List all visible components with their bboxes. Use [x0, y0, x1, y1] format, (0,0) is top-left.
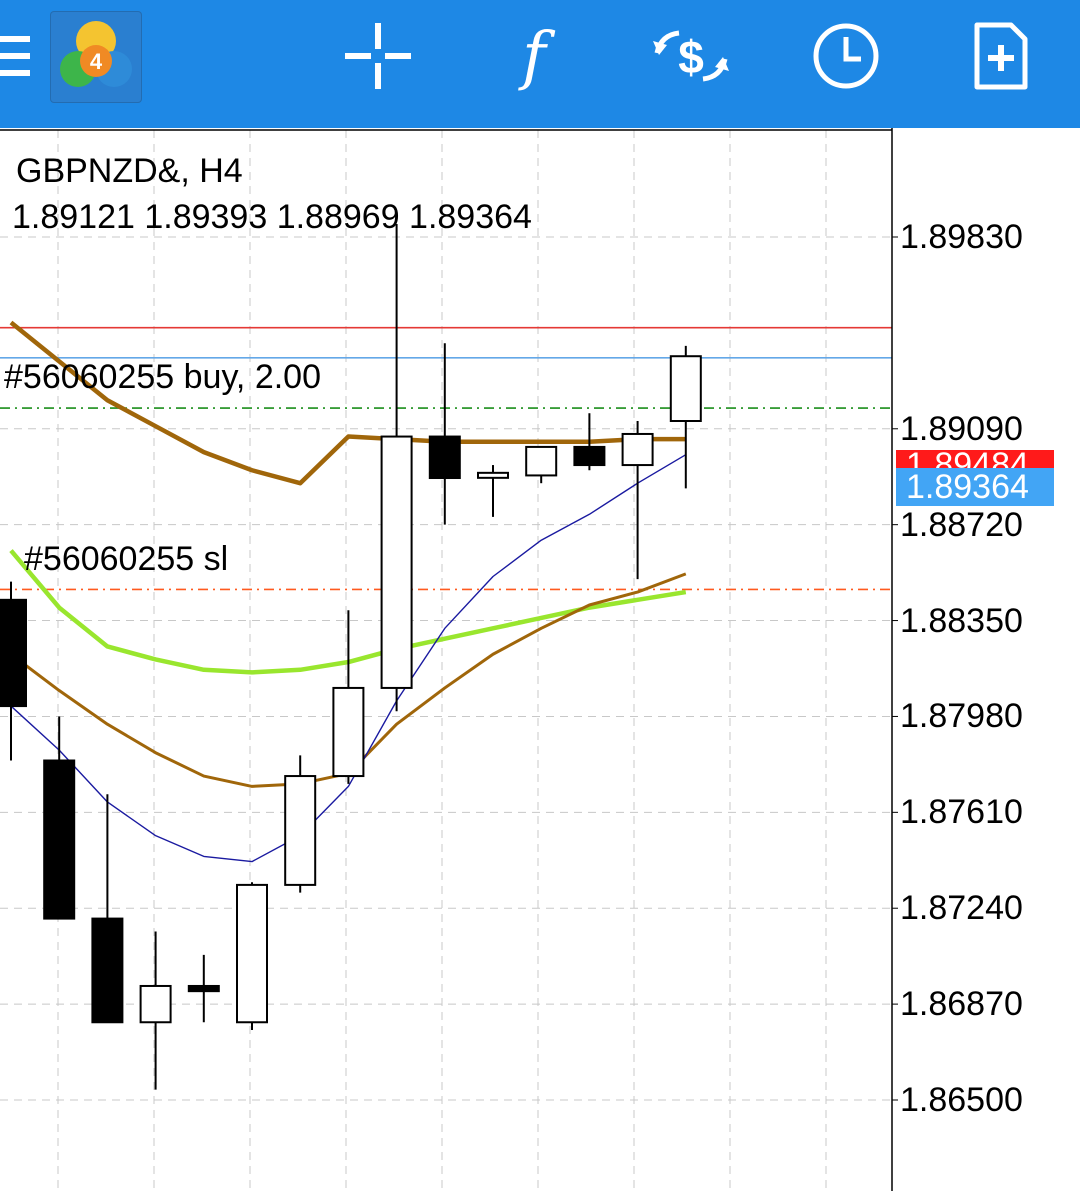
bull-candle-body: [477, 471, 509, 479]
chart-area[interactable]: 1.89484 1.89364: [0, 128, 1080, 1191]
menu-icon: [0, 36, 30, 76]
candle: [525, 445, 558, 484]
axis-tick-label: 1.89090: [900, 409, 1023, 448]
bear-candle-body: [91, 917, 124, 1024]
candle: [428, 343, 461, 525]
candle: [236, 882, 268, 1031]
bull-candle-body: [284, 775, 317, 886]
timeframe-clock-icon: [813, 23, 879, 89]
crosshair-button[interactable]: [338, 0, 418, 112]
axis-tick-label: 1.87240: [900, 889, 1023, 928]
candle: [43, 716, 76, 920]
bear-candle-body: [43, 759, 76, 920]
menu-button[interactable]: [0, 0, 40, 112]
svg-text:$: $: [678, 31, 704, 83]
trade-icon: $: [653, 30, 729, 83]
svg-text:4: 4: [90, 49, 103, 74]
bear-candle-body: [428, 435, 461, 480]
symbol-timeframe-label: GBPNZD&, H4: [16, 152, 243, 190]
bull-candle-body: [236, 883, 268, 1024]
candle: [187, 954, 220, 1023]
crosshair-icon: [345, 23, 411, 89]
bear-candle-body: [0, 598, 27, 708]
mt4-logo: 4: [60, 21, 132, 87]
timeframe-button[interactable]: [806, 0, 886, 112]
axis-tick-label: 1.89830: [900, 218, 1023, 256]
bull-candle-body: [669, 355, 702, 423]
candle: [621, 421, 654, 580]
ohlc-label: 1.89121 1.89393 1.88969 1.89364: [12, 198, 532, 236]
axis-tick-label: 1.86500: [900, 1081, 1023, 1119]
new-order-icon: [974, 22, 1028, 90]
current-price-badge: 1.89364: [896, 468, 1054, 506]
order-line-label[interactable]: #56060255 buy, 2.00: [4, 358, 321, 397]
bull-candle-body: [621, 432, 654, 467]
trade-button[interactable]: $: [646, 0, 736, 112]
indicators-icon: f: [518, 21, 556, 91]
price-chart[interactable]: [0, 128, 1080, 1191]
bull-candle-body: [332, 686, 365, 778]
axis-tick-label: 1.87610: [900, 793, 1023, 832]
bull-candle-body: [525, 445, 558, 477]
stop-loss-label[interactable]: #56060255 sl: [24, 540, 228, 579]
candle: [0, 581, 27, 761]
candle: [139, 931, 172, 1090]
axis-tick-label: 1.86870: [900, 985, 1023, 1024]
candle: [477, 465, 509, 517]
axis-tick-label: 1.87980: [900, 697, 1023, 736]
candle: [669, 345, 702, 489]
indicators-button[interactable]: f: [494, 0, 574, 112]
axis-tick-label: 1.88720: [900, 505, 1023, 544]
candle: [380, 224, 413, 712]
bear-candle-body: [187, 984, 220, 993]
axis-tick-label: 1.88350: [900, 601, 1023, 640]
app-logo[interactable]: 4: [50, 11, 142, 103]
candle: [332, 610, 365, 784]
new-order-button[interactable]: [966, 0, 1036, 112]
bull-candle-body: [380, 435, 413, 689]
bull-candle-body: [139, 984, 172, 1024]
svg-text:f: f: [518, 21, 556, 91]
candle: [284, 755, 317, 893]
bear-candle-body: [573, 445, 606, 467]
top-toolbar: 4 f $: [0, 0, 1080, 128]
